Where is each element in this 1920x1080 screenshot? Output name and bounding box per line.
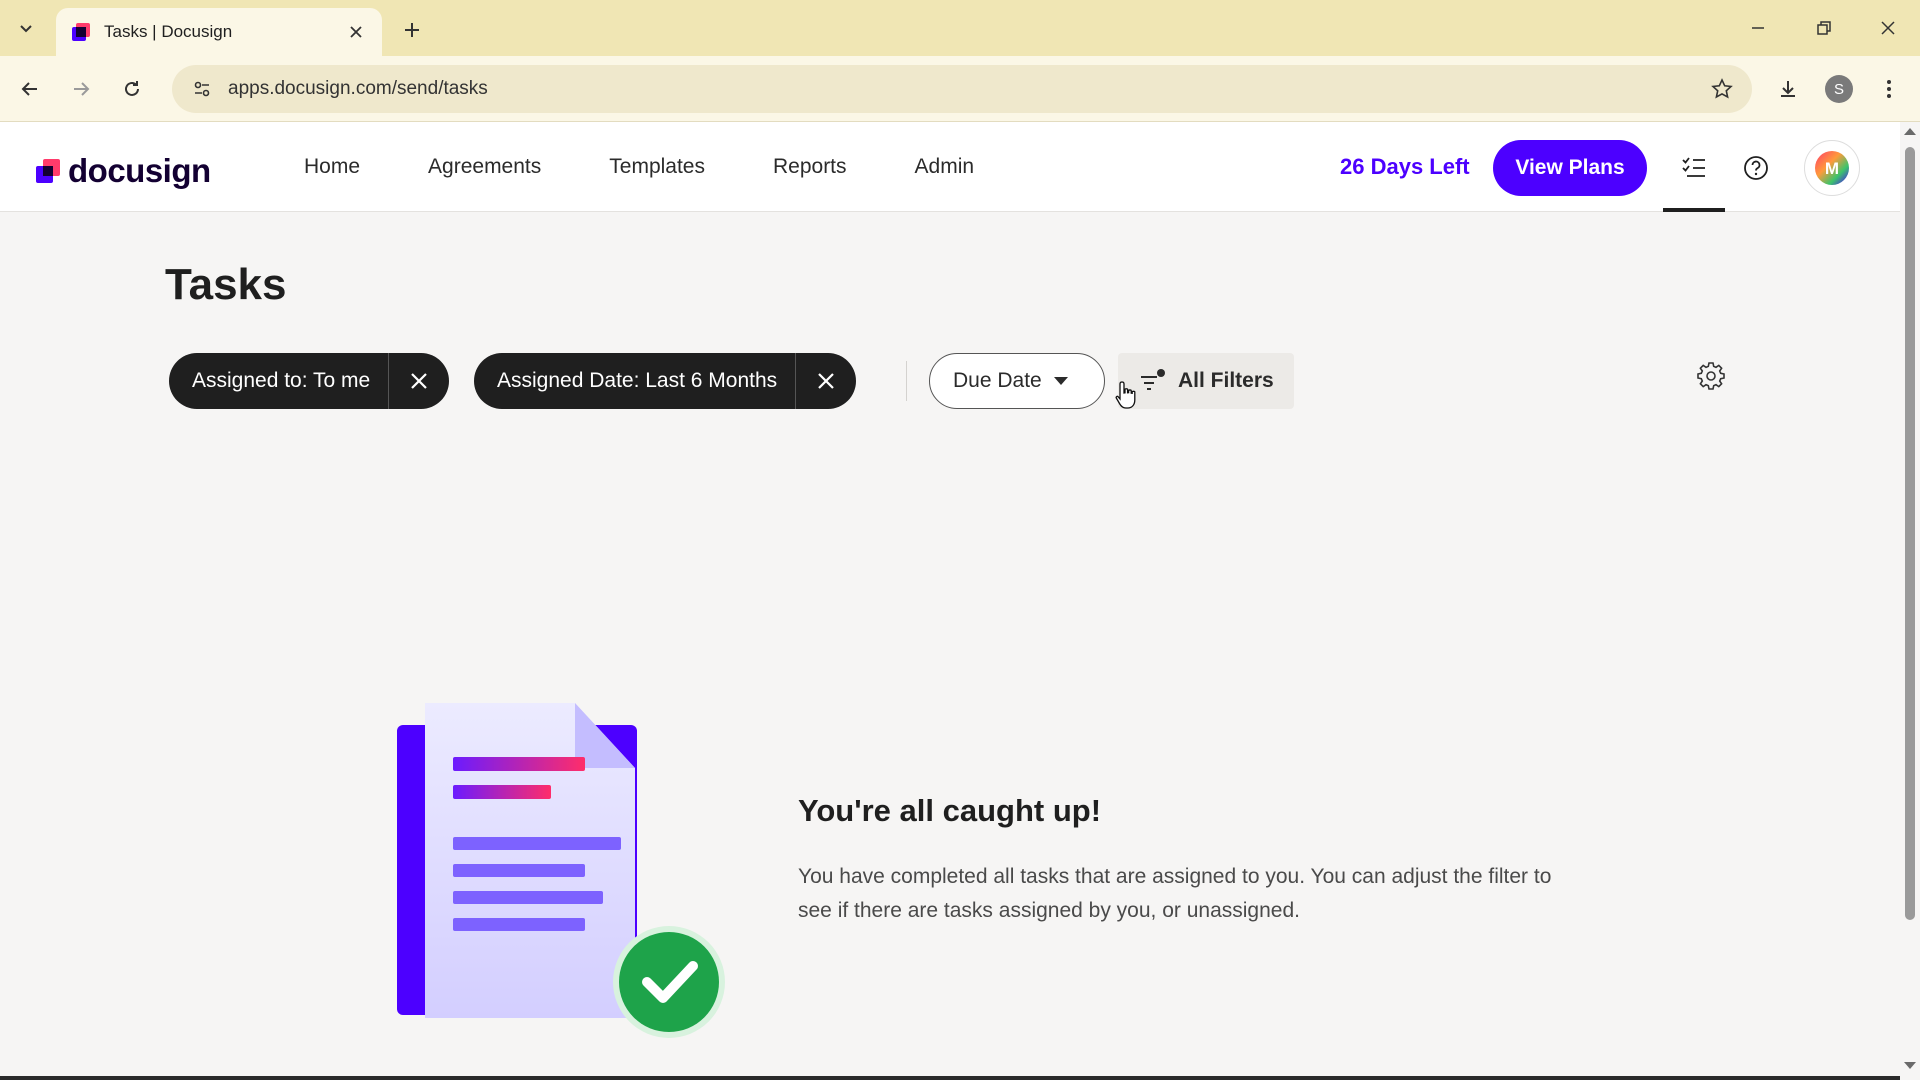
remove-filter-button[interactable] (796, 353, 856, 409)
page-scrollbar[interactable] (1900, 122, 1920, 1080)
close-tab-icon[interactable] (344, 20, 368, 44)
kebab-menu-icon (1887, 80, 1891, 98)
empty-state-title: You're all caught up! (798, 793, 1102, 828)
task-list-icon (1682, 157, 1705, 177)
close-icon (411, 373, 427, 389)
scroll-down-arrow-icon[interactable] (1904, 1062, 1916, 1069)
scroll-up-arrow-icon[interactable] (1904, 128, 1916, 135)
sort-due-date-dropdown[interactable]: Due Date (929, 353, 1105, 409)
browser-menu-button[interactable] (1870, 70, 1908, 108)
document-complete-illustration-icon (397, 703, 725, 1038)
filter-chip-label[interactable]: Assigned to: To me (169, 353, 390, 409)
trial-days-left[interactable]: 26 Days Left (1340, 154, 1470, 180)
remove-filter-button[interactable] (389, 353, 449, 409)
hand-pointer-icon (1115, 381, 1136, 409)
tasks-header-button[interactable] (1674, 148, 1714, 188)
browser-tab-active[interactable]: Tasks | Docusign (56, 8, 382, 56)
filter-chip-label[interactable]: Assigned Date: Last 6 Months (474, 353, 797, 409)
address-bar[interactable]: apps.docusign.com/send/tasks (172, 65, 1752, 113)
scrollbar-thumb[interactable] (1905, 147, 1915, 920)
main-nav: Home Agreements Templates Reports Admin (270, 122, 1008, 212)
user-avatar[interactable]: M (1804, 140, 1860, 196)
new-tab-button[interactable] (396, 14, 428, 46)
close-icon (1881, 21, 1895, 35)
reload-button[interactable] (113, 70, 151, 108)
gear-icon (1697, 362, 1725, 390)
svg-text:M: M (1825, 159, 1839, 178)
minimize-icon (1752, 27, 1764, 29)
filter-divider (906, 361, 907, 401)
filter-chip-assigned-date[interactable]: Assigned Date: Last 6 Months (474, 353, 857, 409)
nav-reports[interactable]: Reports (773, 155, 847, 179)
bookmark-star-icon[interactable] (1706, 73, 1738, 105)
site-info-icon[interactable] (184, 71, 220, 107)
help-button[interactable] (1736, 148, 1776, 188)
nav-agreements[interactable]: Agreements (428, 155, 541, 179)
forward-button[interactable] (62, 70, 100, 108)
logo-wordmark: docusign (68, 152, 211, 189)
nav-home[interactable]: Home (304, 155, 360, 179)
profile-avatar: S (1825, 75, 1853, 103)
plus-icon (405, 23, 419, 37)
view-plans-button[interactable]: View Plans (1493, 140, 1647, 196)
arrow-right-icon (74, 82, 90, 96)
download-icon (1781, 81, 1795, 97)
docusign-logo[interactable]: docusign (34, 152, 211, 190)
downloads-button[interactable] (1769, 70, 1807, 108)
restore-icon (1817, 21, 1831, 35)
filter-icon (1141, 369, 1165, 390)
user-avatar-icon: M (1815, 151, 1849, 185)
browser-tabstrip: Tasks | Docusign (0, 0, 1920, 56)
reload-icon (125, 81, 139, 96)
docusign-logo-mark-icon (36, 159, 60, 183)
close-icon (818, 373, 834, 389)
filter-chip-assigned-to[interactable]: Assigned to: To me (169, 353, 450, 409)
tab-search-button[interactable] (8, 12, 44, 44)
nav-templates[interactable]: Templates (609, 155, 705, 179)
arrow-left-icon (21, 82, 37, 96)
app-header: docusign Home Agreements Templates Repor… (0, 122, 1900, 212)
all-filters-button[interactable]: All Filters (1118, 353, 1294, 409)
close-window-button[interactable] (1860, 8, 1916, 48)
browser-toolbar: apps.docusign.com/send/tasks S (0, 56, 1920, 122)
help-circle-icon (1744, 156, 1768, 180)
page-title: Tasks (165, 260, 287, 309)
minimize-window-button[interactable] (1730, 8, 1786, 48)
nav-admin[interactable]: Admin (915, 155, 975, 179)
url-text: apps.docusign.com/send/tasks (228, 78, 488, 99)
sort-label: Due Date (953, 369, 1042, 392)
settings-button[interactable] (1695, 360, 1727, 392)
tasks-active-indicator (1663, 208, 1725, 212)
tab-title: Tasks | Docusign (104, 22, 233, 41)
caret-down-icon (1053, 377, 1068, 385)
docusign-favicon-icon (72, 23, 90, 41)
restore-window-button[interactable] (1796, 8, 1852, 48)
window-bottom-edge (0, 1076, 1900, 1080)
profile-button[interactable]: S (1820, 70, 1858, 108)
back-button[interactable] (11, 70, 49, 108)
chevron-down-icon (20, 25, 32, 33)
all-filters-label: All Filters (1178, 369, 1274, 392)
empty-state-description: You have completed all tasks that are as… (798, 865, 1552, 922)
